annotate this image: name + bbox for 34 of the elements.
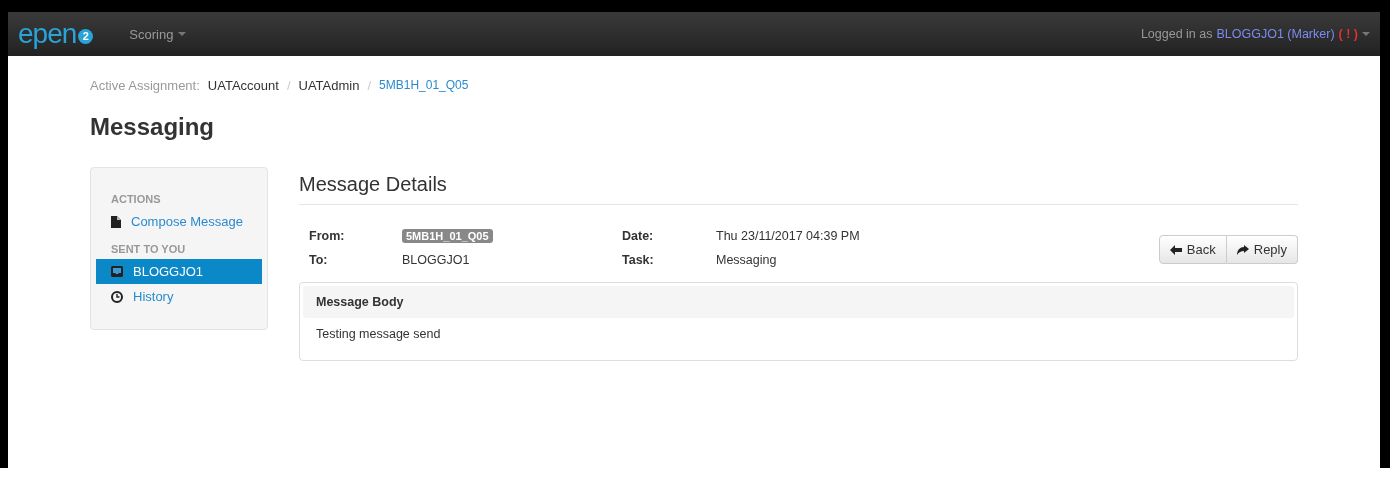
field-value: BLOGGJO1: [402, 253, 471, 267]
reply-button[interactable]: Reply: [1226, 235, 1298, 264]
back-button[interactable]: Back: [1158, 235, 1227, 264]
scoring-menu[interactable]: Scoring: [129, 26, 187, 42]
sender-tag: 5MB1H_01_Q05: [402, 229, 493, 243]
field-label: Task:: [622, 253, 655, 267]
inbox-icon: [111, 266, 123, 277]
sidebar-heading: ACTIONS: [110, 192, 162, 207]
field-value: Messaging: [716, 253, 778, 267]
breadcrumb-label: Active Assignment:: [90, 77, 200, 93]
arrow-left-icon: [1169, 244, 1182, 255]
section-title: Message Details: [299, 167, 1298, 205]
document-icon: [111, 215, 121, 228]
field-label: Date:: [622, 229, 655, 243]
clock-icon: [111, 290, 123, 303]
breadcrumb-separator: /: [367, 77, 372, 93]
breadcrumb-item: UATAccount: [207, 77, 279, 93]
breadcrumb-link[interactable]: 5MB1H_01_Q05: [379, 78, 469, 92]
logo[interactable]: epen: [18, 20, 77, 48]
page-title: Messaging: [90, 113, 216, 141]
panel-heading: Message Body: [303, 286, 1294, 318]
logo-badge: 2: [78, 28, 94, 44]
share-arrow-icon: [1236, 244, 1249, 255]
sidebar-item[interactable]: BLOGGJO1: [96, 259, 262, 284]
sidebar-item[interactable]: Compose Message: [96, 209, 262, 234]
sidebar-item[interactable]: History: [96, 284, 262, 309]
field-label: From:: [309, 229, 346, 243]
sidebar-heading: SENT TO YOU: [110, 242, 187, 257]
field-value: Thu 23/11/2017 04:39 PM: [716, 229, 861, 243]
field-label: To:: [309, 253, 329, 267]
user-menu[interactable]: Logged in as BLOGGJO1 (Marker) ( ! ): [1140, 27, 1370, 41]
breadcrumb-item: UATAdmin: [298, 77, 360, 93]
breadcrumb-separator: /: [286, 77, 291, 93]
message-text: Testing message send: [315, 326, 442, 343]
